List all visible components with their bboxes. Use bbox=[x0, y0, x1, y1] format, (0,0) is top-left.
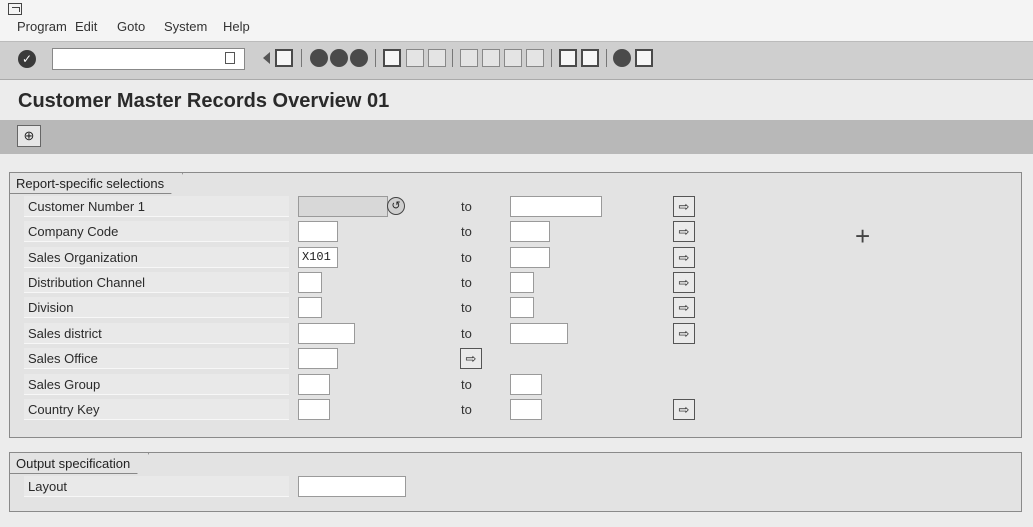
layout-icon[interactable] bbox=[635, 49, 653, 67]
customer-number-1-multiple-selection-button[interactable]: ⇨ bbox=[673, 196, 695, 217]
help-icon[interactable] bbox=[613, 49, 631, 67]
toolbar-separator bbox=[375, 49, 376, 67]
save-icon[interactable] bbox=[275, 49, 293, 67]
company-code-to-label: to bbox=[461, 224, 472, 239]
menu-edit[interactable]: Edit bbox=[75, 19, 97, 34]
value-help-icon[interactable]: ↺ bbox=[387, 197, 405, 215]
customer-number-1-to-label: to bbox=[461, 199, 472, 214]
distribution-channel-multiple-selection-button[interactable]: ⇨ bbox=[673, 272, 695, 293]
country-key-to-input[interactable] bbox=[510, 399, 542, 420]
company-code-from-input[interactable] bbox=[298, 221, 338, 242]
sales-organization-from-input[interactable]: X101 bbox=[298, 247, 338, 268]
menu-help-label: Help bbox=[223, 19, 250, 34]
distribution-channel-from-input[interactable] bbox=[298, 272, 322, 293]
sales-district-to-label: to bbox=[461, 326, 472, 341]
previous-page-icon[interactable] bbox=[482, 49, 500, 67]
sales-office-multiple-selection-button[interactable]: ⇨ bbox=[460, 348, 482, 369]
shortcut-icon[interactable] bbox=[581, 49, 599, 67]
distribution-channel-label: Distribution Channel bbox=[24, 272, 289, 293]
sales-district-multiple-selection-button[interactable]: ⇨ bbox=[673, 323, 695, 344]
toolbar-separator bbox=[606, 49, 607, 67]
toolbar-separator bbox=[301, 49, 302, 67]
sales-organization-label: Sales Organization bbox=[24, 247, 289, 268]
sales-office-from-input[interactable] bbox=[298, 348, 338, 369]
mouse-cursor-icon: + bbox=[855, 221, 871, 251]
customer-number-1-from-input[interactable] bbox=[298, 196, 388, 217]
company-code-multiple-selection-button[interactable]: ⇨ bbox=[673, 221, 695, 242]
enter-icon[interactable]: ✓ bbox=[18, 50, 36, 68]
sales-district-label: Sales district bbox=[24, 323, 289, 344]
customer-number-1-to-input[interactable] bbox=[510, 196, 602, 217]
menu-program[interactable]: Program bbox=[17, 19, 67, 34]
division-multiple-selection-button[interactable]: ⇨ bbox=[673, 297, 695, 318]
back-nav-icon[interactable] bbox=[310, 49, 328, 67]
page-title: Customer Master Records Overview 01 bbox=[18, 90, 390, 112]
menu-system-label: System bbox=[164, 19, 208, 34]
division-to-label: to bbox=[461, 300, 472, 315]
menu-goto[interactable]: Goto bbox=[117, 19, 145, 34]
division-label: Division bbox=[24, 297, 289, 318]
window-menu-icon[interactable] bbox=[8, 3, 22, 15]
print-icon[interactable] bbox=[383, 49, 401, 67]
country-key-multiple-selection-button[interactable]: ⇨ bbox=[673, 399, 695, 420]
menu-help[interactable]: Help bbox=[223, 19, 250, 34]
execute-button[interactable]: ⊕ bbox=[17, 125, 41, 147]
first-page-icon[interactable] bbox=[460, 49, 478, 67]
exit-icon[interactable] bbox=[330, 49, 348, 67]
collapse-command-icon[interactable] bbox=[263, 52, 270, 64]
sales-organization-to-input[interactable] bbox=[510, 247, 550, 268]
last-page-icon[interactable] bbox=[526, 49, 544, 67]
company-code-to-input[interactable] bbox=[510, 221, 550, 242]
sales-district-from-input[interactable] bbox=[298, 323, 355, 344]
sales-group-label: Sales Group bbox=[24, 374, 289, 395]
sales-group-to-label: to bbox=[461, 377, 472, 392]
command-history-icon[interactable] bbox=[225, 52, 235, 64]
distribution-channel-to-input[interactable] bbox=[510, 272, 534, 293]
cancel-icon[interactable] bbox=[350, 49, 368, 67]
command-field[interactable] bbox=[52, 48, 245, 70]
sales-organization-to-label: to bbox=[461, 250, 472, 265]
menu-edit-label: Edit bbox=[75, 19, 98, 34]
output-group-title: Output specification bbox=[10, 453, 149, 474]
toolbar-separator bbox=[551, 49, 552, 67]
distribution-channel-to-label: to bbox=[461, 275, 472, 290]
find-icon[interactable] bbox=[406, 49, 424, 67]
country-key-label: Country Key bbox=[24, 399, 289, 420]
company-code-label: Company Code bbox=[24, 221, 289, 242]
menu-goto-label: Goto bbox=[117, 19, 146, 34]
menu-bar bbox=[0, 0, 1033, 42]
create-session-icon[interactable] bbox=[559, 49, 577, 67]
customer-number-1-label: Customer Number 1 bbox=[24, 196, 289, 217]
country-key-from-input[interactable] bbox=[298, 399, 330, 420]
find-next-icon[interactable] bbox=[428, 49, 446, 67]
sales-group-to-input[interactable] bbox=[510, 374, 542, 395]
division-to-input[interactable] bbox=[510, 297, 534, 318]
menu-system[interactable]: System bbox=[164, 19, 207, 34]
country-key-to-label: to bbox=[461, 402, 472, 417]
sales-office-label: Sales Office bbox=[24, 348, 289, 369]
application-toolbar bbox=[0, 120, 1033, 154]
selections-group-title: Report-specific selections bbox=[10, 173, 183, 194]
layout-label: Layout bbox=[24, 476, 289, 497]
layout-input[interactable] bbox=[298, 476, 406, 497]
next-page-icon[interactable] bbox=[504, 49, 522, 67]
toolbar-separator bbox=[452, 49, 453, 67]
sales-organization-multiple-selection-button[interactable]: ⇨ bbox=[673, 247, 695, 268]
division-from-input[interactable] bbox=[298, 297, 322, 318]
sales-group-from-input[interactable] bbox=[298, 374, 330, 395]
menu-program-label: Program bbox=[17, 19, 67, 34]
sales-district-to-input[interactable] bbox=[510, 323, 568, 344]
